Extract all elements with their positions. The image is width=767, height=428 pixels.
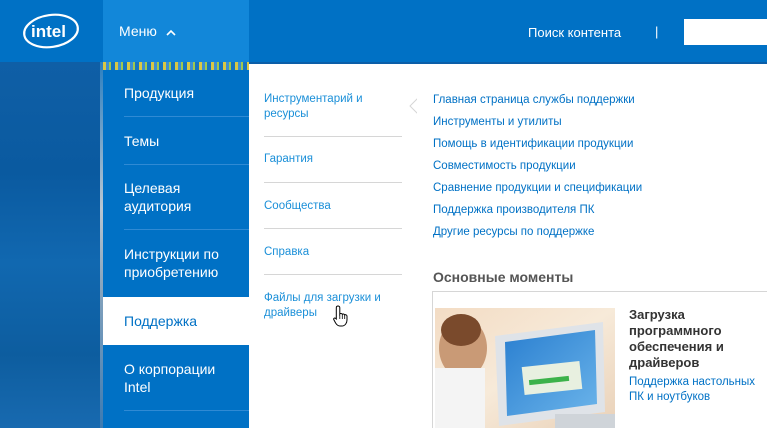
svg-text:intel: intel — [31, 22, 66, 41]
highlight-heading[interactable]: Загрузка программного обеспечения и драй… — [629, 307, 759, 371]
link-product-identification[interactable]: Помощь в идентификации продукции — [433, 137, 633, 151]
menu-label: Меню — [119, 23, 157, 39]
submenu-divider — [264, 228, 402, 229]
search-content-link[interactable]: Поиск контента — [528, 25, 621, 40]
laptop-photo — [435, 308, 615, 428]
background-page — [0, 62, 103, 428]
link-product-compatibility[interactable]: Совместимость продукции — [433, 159, 576, 173]
menu-item-products[interactable]: Продукция — [103, 70, 249, 116]
submenu-item-warranty[interactable]: Гарантия — [264, 152, 404, 167]
submenu-item-tools-resources[interactable]: Инструментарий и ресурсы — [264, 92, 404, 122]
highlights-heading: Основные моменты — [433, 269, 574, 285]
header-separator: | — [655, 24, 659, 39]
main-menu: Продукция Темы Целевая аудитория Инструк… — [103, 70, 249, 428]
highlight-image[interactable] — [435, 308, 615, 428]
menu-item-purchase-guides[interactable]: Инструкции по приобретению — [103, 230, 249, 296]
menu-button[interactable]: Меню — [103, 0, 249, 62]
intel-logo[interactable]: intel — [0, 0, 103, 62]
submenu-item-help[interactable]: Справка — [264, 245, 404, 260]
menu-item-label: Продукция — [124, 85, 195, 101]
menu-item-label: Поддержка — [124, 313, 198, 329]
link-pc-manufacturer-support[interactable]: Поддержка производителя ПК — [433, 203, 594, 217]
intel-logo-icon: intel — [23, 13, 79, 49]
highlight-link[interactable]: Поддержка настольных ПК и ноутбуков — [629, 375, 767, 405]
hand-cursor-icon — [333, 305, 348, 327]
menu-divider — [124, 410, 249, 411]
menu-item-label: Целевая аудитория — [124, 180, 192, 214]
menu-item-label: О корпорации Intel — [124, 361, 216, 395]
submenu-divider — [264, 182, 402, 183]
link-tools-utilities[interactable]: Инструменты и утилиты — [433, 115, 562, 129]
menu-item-label: Инструкции по приобретению — [124, 246, 219, 280]
tools-resources-panel: Главная страница службы поддержки Инстру… — [417, 64, 767, 428]
search-input[interactable] — [684, 19, 767, 45]
menu-item-audience[interactable]: Целевая аудитория — [103, 165, 249, 229]
menu-item-topics[interactable]: Темы — [103, 117, 249, 164]
link-other-support-resources[interactable]: Другие ресурсы по поддержке — [433, 225, 594, 239]
chevron-up-icon — [166, 29, 176, 36]
menu-item-support[interactable]: Поддержка — [103, 297, 249, 345]
support-submenu: Инструментарий и ресурсы Гарантия Сообще… — [249, 64, 417, 428]
highlight-card-border — [432, 291, 767, 292]
submenu-divider — [264, 136, 402, 137]
menu-item-about-intel[interactable]: О корпорации Intel — [103, 346, 249, 410]
submenu-divider — [264, 274, 402, 275]
menu-item-label: Темы — [124, 132, 160, 149]
submenu-item-communities[interactable]: Сообщества — [264, 199, 404, 214]
highlight-card-border — [432, 291, 433, 428]
link-product-comparison[interactable]: Сравнение продукции и спецификации — [433, 181, 642, 195]
link-support-home[interactable]: Главная страница службы поддержки — [433, 93, 635, 107]
